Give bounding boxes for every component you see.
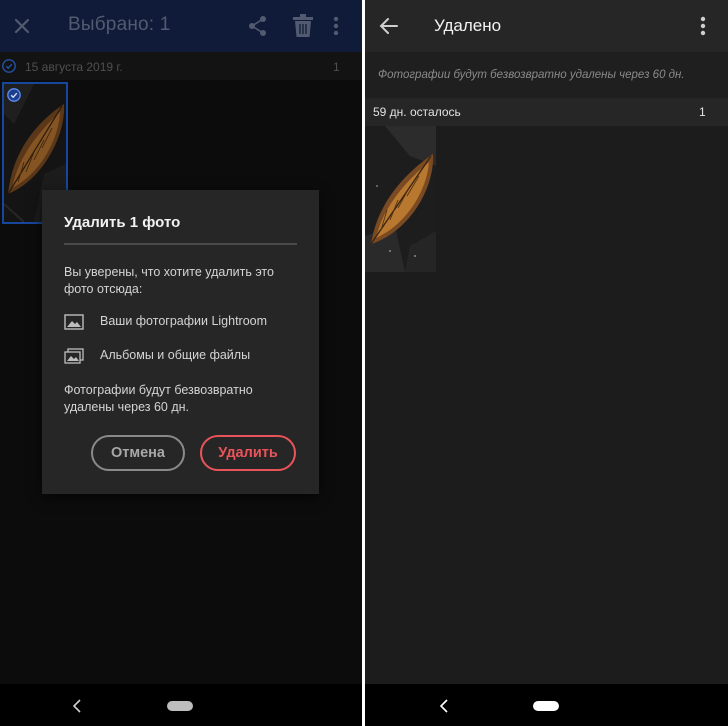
home-pill-icon[interactable] [533,701,559,711]
deleted-toolbar: Удалено [365,0,728,52]
system-navigation-bar [0,684,362,726]
option-label: Альбомы и общие файлы [100,348,251,362]
home-pill-icon[interactable] [167,701,193,711]
image-icon [64,314,84,330]
more-vertical-icon[interactable] [695,14,711,38]
albums-icon [64,348,84,364]
delete-confirmation-dialog: Удалить 1 фото Вы уверены, что хотите уд… [42,190,319,494]
selection-screen: Выбрано: 1 15 августа 2019 г. 1 Удалить … [0,0,362,726]
arrow-left-icon[interactable] [379,16,399,36]
group-count: 1 [699,105,706,119]
option-lightroom-photos: Ваши фотографии Lightroom [64,312,304,332]
days-remaining-label: 59 дн. осталось [373,105,461,119]
page-title: Удалено [434,16,502,35]
deletion-info-text: Фотографии будут безвозвратно удалены че… [378,69,685,81]
dialog-title: Удалить 1 фото [64,214,181,231]
dialog-question: Вы уверены, что хотите удалить это фото … [64,265,274,296]
days-remaining-header: 59 дн. осталось 1 [365,98,728,126]
leaf-photo-image [365,126,436,272]
option-albums-shared: Альбомы и общие файлы [64,346,304,366]
system-navigation-bar [365,684,728,726]
delete-button[interactable]: Удалить [200,435,296,471]
cancel-button[interactable]: Отмена [91,435,185,471]
dialog-note: Фотографии будут безвозвратно удалены че… [64,383,253,414]
chevron-left-icon[interactable] [439,699,449,713]
deletion-info-banner: Фотографии будут безвозвратно удалены че… [365,52,728,98]
option-label: Ваши фотографии Lightroom [100,314,268,328]
dialog-divider [64,243,297,245]
chevron-left-icon[interactable] [72,699,82,713]
photo-check-icon[interactable] [7,88,21,102]
deleted-screen: Удалено Фотографии будут безвозвратно уд… [365,0,728,726]
deleted-photo-thumbnail[interactable] [365,126,436,272]
